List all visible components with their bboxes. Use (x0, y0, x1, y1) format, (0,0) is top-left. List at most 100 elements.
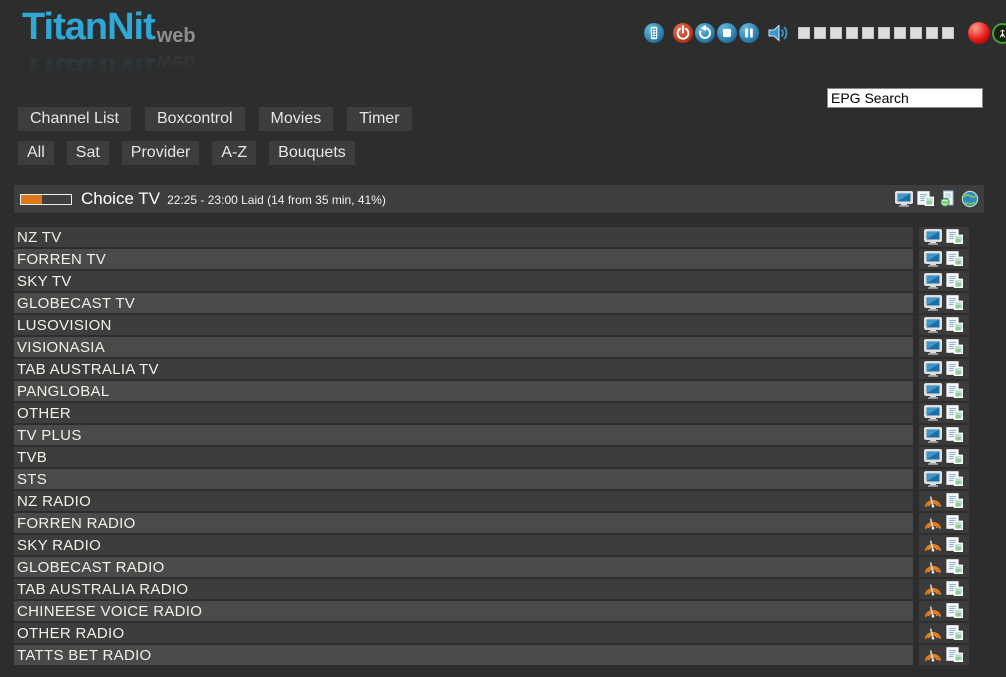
pages-icon[interactable] (946, 295, 964, 311)
channel-row-bar[interactable]: PANGLOBAL (14, 381, 913, 401)
channel-row-bar[interactable]: OTHER RADIO (14, 623, 913, 643)
pages-icon[interactable] (946, 625, 964, 641)
monitor-icon[interactable] (924, 471, 942, 487)
channel-row-bar[interactable]: FORREN RADIO (14, 513, 913, 533)
pages-icon[interactable] (946, 273, 964, 289)
channel-row-bar[interactable]: LUSOVISION (14, 315, 913, 335)
power-button[interactable] (673, 23, 693, 43)
stream-page-icon[interactable] (939, 190, 957, 208)
monitor-icon[interactable] (924, 251, 942, 267)
channel-row-bar[interactable]: VISIONASIA (14, 337, 913, 357)
pages-icon[interactable] (946, 559, 964, 575)
monitor-icon[interactable] (924, 295, 942, 311)
pages-icon[interactable] (946, 229, 964, 245)
pages-icon[interactable] (946, 471, 964, 487)
volume-step[interactable] (798, 27, 810, 39)
filter-a-z[interactable]: A-Z (212, 141, 256, 165)
channel-row-bar[interactable]: SKY RADIO (14, 535, 913, 555)
nav-movies[interactable]: Movies (259, 107, 334, 131)
remote-control-button[interactable] (644, 23, 664, 43)
record-icon[interactable] (968, 22, 990, 44)
monitor-icon[interactable] (924, 383, 942, 399)
broadcast-icon[interactable] (924, 625, 942, 641)
pages-icon[interactable] (946, 515, 964, 531)
broadcast-icon[interactable] (924, 493, 942, 509)
channel-row-bar[interactable]: TAB AUSTRALIA RADIO (14, 579, 913, 599)
broadcast-icon[interactable] (924, 537, 942, 553)
volume-step[interactable] (814, 27, 826, 39)
nav-channel-list[interactable]: Channel List (18, 107, 131, 131)
channel-row-bar[interactable]: TVB (14, 447, 913, 467)
pages-icon[interactable] (946, 339, 964, 355)
broadcast-icon[interactable] (924, 603, 942, 619)
pages-icon[interactable] (946, 603, 964, 619)
channel-row-bar[interactable]: TAB AUSTRALIA TV (14, 359, 913, 379)
channel-row-actions (919, 359, 969, 379)
broadcast-icon[interactable] (924, 515, 942, 531)
pause-button[interactable] (739, 23, 759, 43)
pages-icon[interactable] (946, 537, 964, 553)
filter-all[interactable]: All (18, 141, 54, 165)
broadcast-icon[interactable] (924, 647, 942, 663)
filter-provider[interactable]: Provider (122, 141, 200, 165)
channel-row-bar[interactable]: CHINEESE VOICE RADIO (14, 601, 913, 621)
channel-row-bar[interactable]: GLOBECAST RADIO (14, 557, 913, 577)
pages-icon[interactable] (946, 647, 964, 663)
channel-row-bar[interactable]: OTHER (14, 403, 913, 423)
channel-row-bar[interactable]: STS (14, 469, 913, 489)
pages-icon[interactable] (946, 361, 964, 377)
monitor-icon[interactable] (924, 427, 942, 443)
pages-icon[interactable] (946, 581, 964, 597)
channel-row-bar[interactable]: NZ TV (14, 227, 913, 247)
globe-icon[interactable] (961, 190, 979, 208)
refresh-icon (695, 23, 715, 43)
monitor-icon[interactable] (924, 317, 942, 333)
pages-icon[interactable] (946, 493, 964, 509)
channel-row-bar[interactable]: SKY TV (14, 271, 913, 291)
nav-boxcontrol[interactable]: Boxcontrol (145, 107, 245, 131)
channel-row-bar[interactable]: NZ RADIO (14, 491, 913, 511)
pages-icon[interactable] (946, 317, 964, 333)
pages-icon[interactable] (946, 251, 964, 267)
filter-sat[interactable]: Sat (67, 141, 109, 165)
broadcast-icon[interactable] (924, 559, 942, 575)
volume-step[interactable] (830, 27, 842, 39)
channel-row-bar[interactable]: FORREN TV (14, 249, 913, 269)
refresh-button[interactable] (695, 23, 715, 43)
volume-step[interactable] (926, 27, 938, 39)
volume-step[interactable] (942, 27, 954, 39)
stop-button[interactable] (717, 23, 737, 43)
channel-row: TVB (14, 447, 984, 467)
monitor-icon[interactable] (895, 191, 913, 207)
monitor-icon[interactable] (924, 405, 942, 421)
epg-search-input[interactable] (827, 88, 983, 108)
channel-row-bar[interactable]: GLOBECAST TV (14, 293, 913, 313)
pages-icon[interactable] (946, 427, 964, 443)
broadcast-icon[interactable] (924, 581, 942, 597)
volume-step[interactable] (878, 27, 890, 39)
channel-row-bar[interactable]: TATTS BET RADIO (14, 645, 913, 665)
signal-button[interactable] (992, 23, 1006, 44)
volume-step[interactable] (910, 27, 922, 39)
channel-name: TAB AUSTRALIA RADIO (17, 581, 188, 598)
monitor-icon[interactable] (924, 361, 942, 377)
volume-step[interactable] (894, 27, 906, 39)
monitor-icon[interactable] (924, 339, 942, 355)
pages-icon[interactable] (946, 405, 964, 421)
channel-list: NZ TV FORREN TV SKY TV GLOBECAST TV (14, 227, 984, 665)
pages-icon[interactable] (946, 383, 964, 399)
progress-fill (21, 195, 42, 204)
filter-bouquets[interactable]: Bouquets (269, 141, 355, 165)
pages-icon[interactable] (946, 449, 964, 465)
monitor-icon[interactable] (924, 273, 942, 289)
volume-step[interactable] (846, 27, 858, 39)
monitor-icon[interactable] (924, 449, 942, 465)
pages-icon[interactable] (917, 191, 935, 207)
channel-row-actions (919, 381, 969, 401)
pause-icon (739, 23, 759, 43)
monitor-icon[interactable] (924, 229, 942, 245)
nav-timer[interactable]: Timer (347, 107, 411, 131)
channel-row-bar[interactable]: TV PLUS (14, 425, 913, 445)
volume-step[interactable] (862, 27, 874, 39)
speaker-icon[interactable] (767, 23, 791, 43)
